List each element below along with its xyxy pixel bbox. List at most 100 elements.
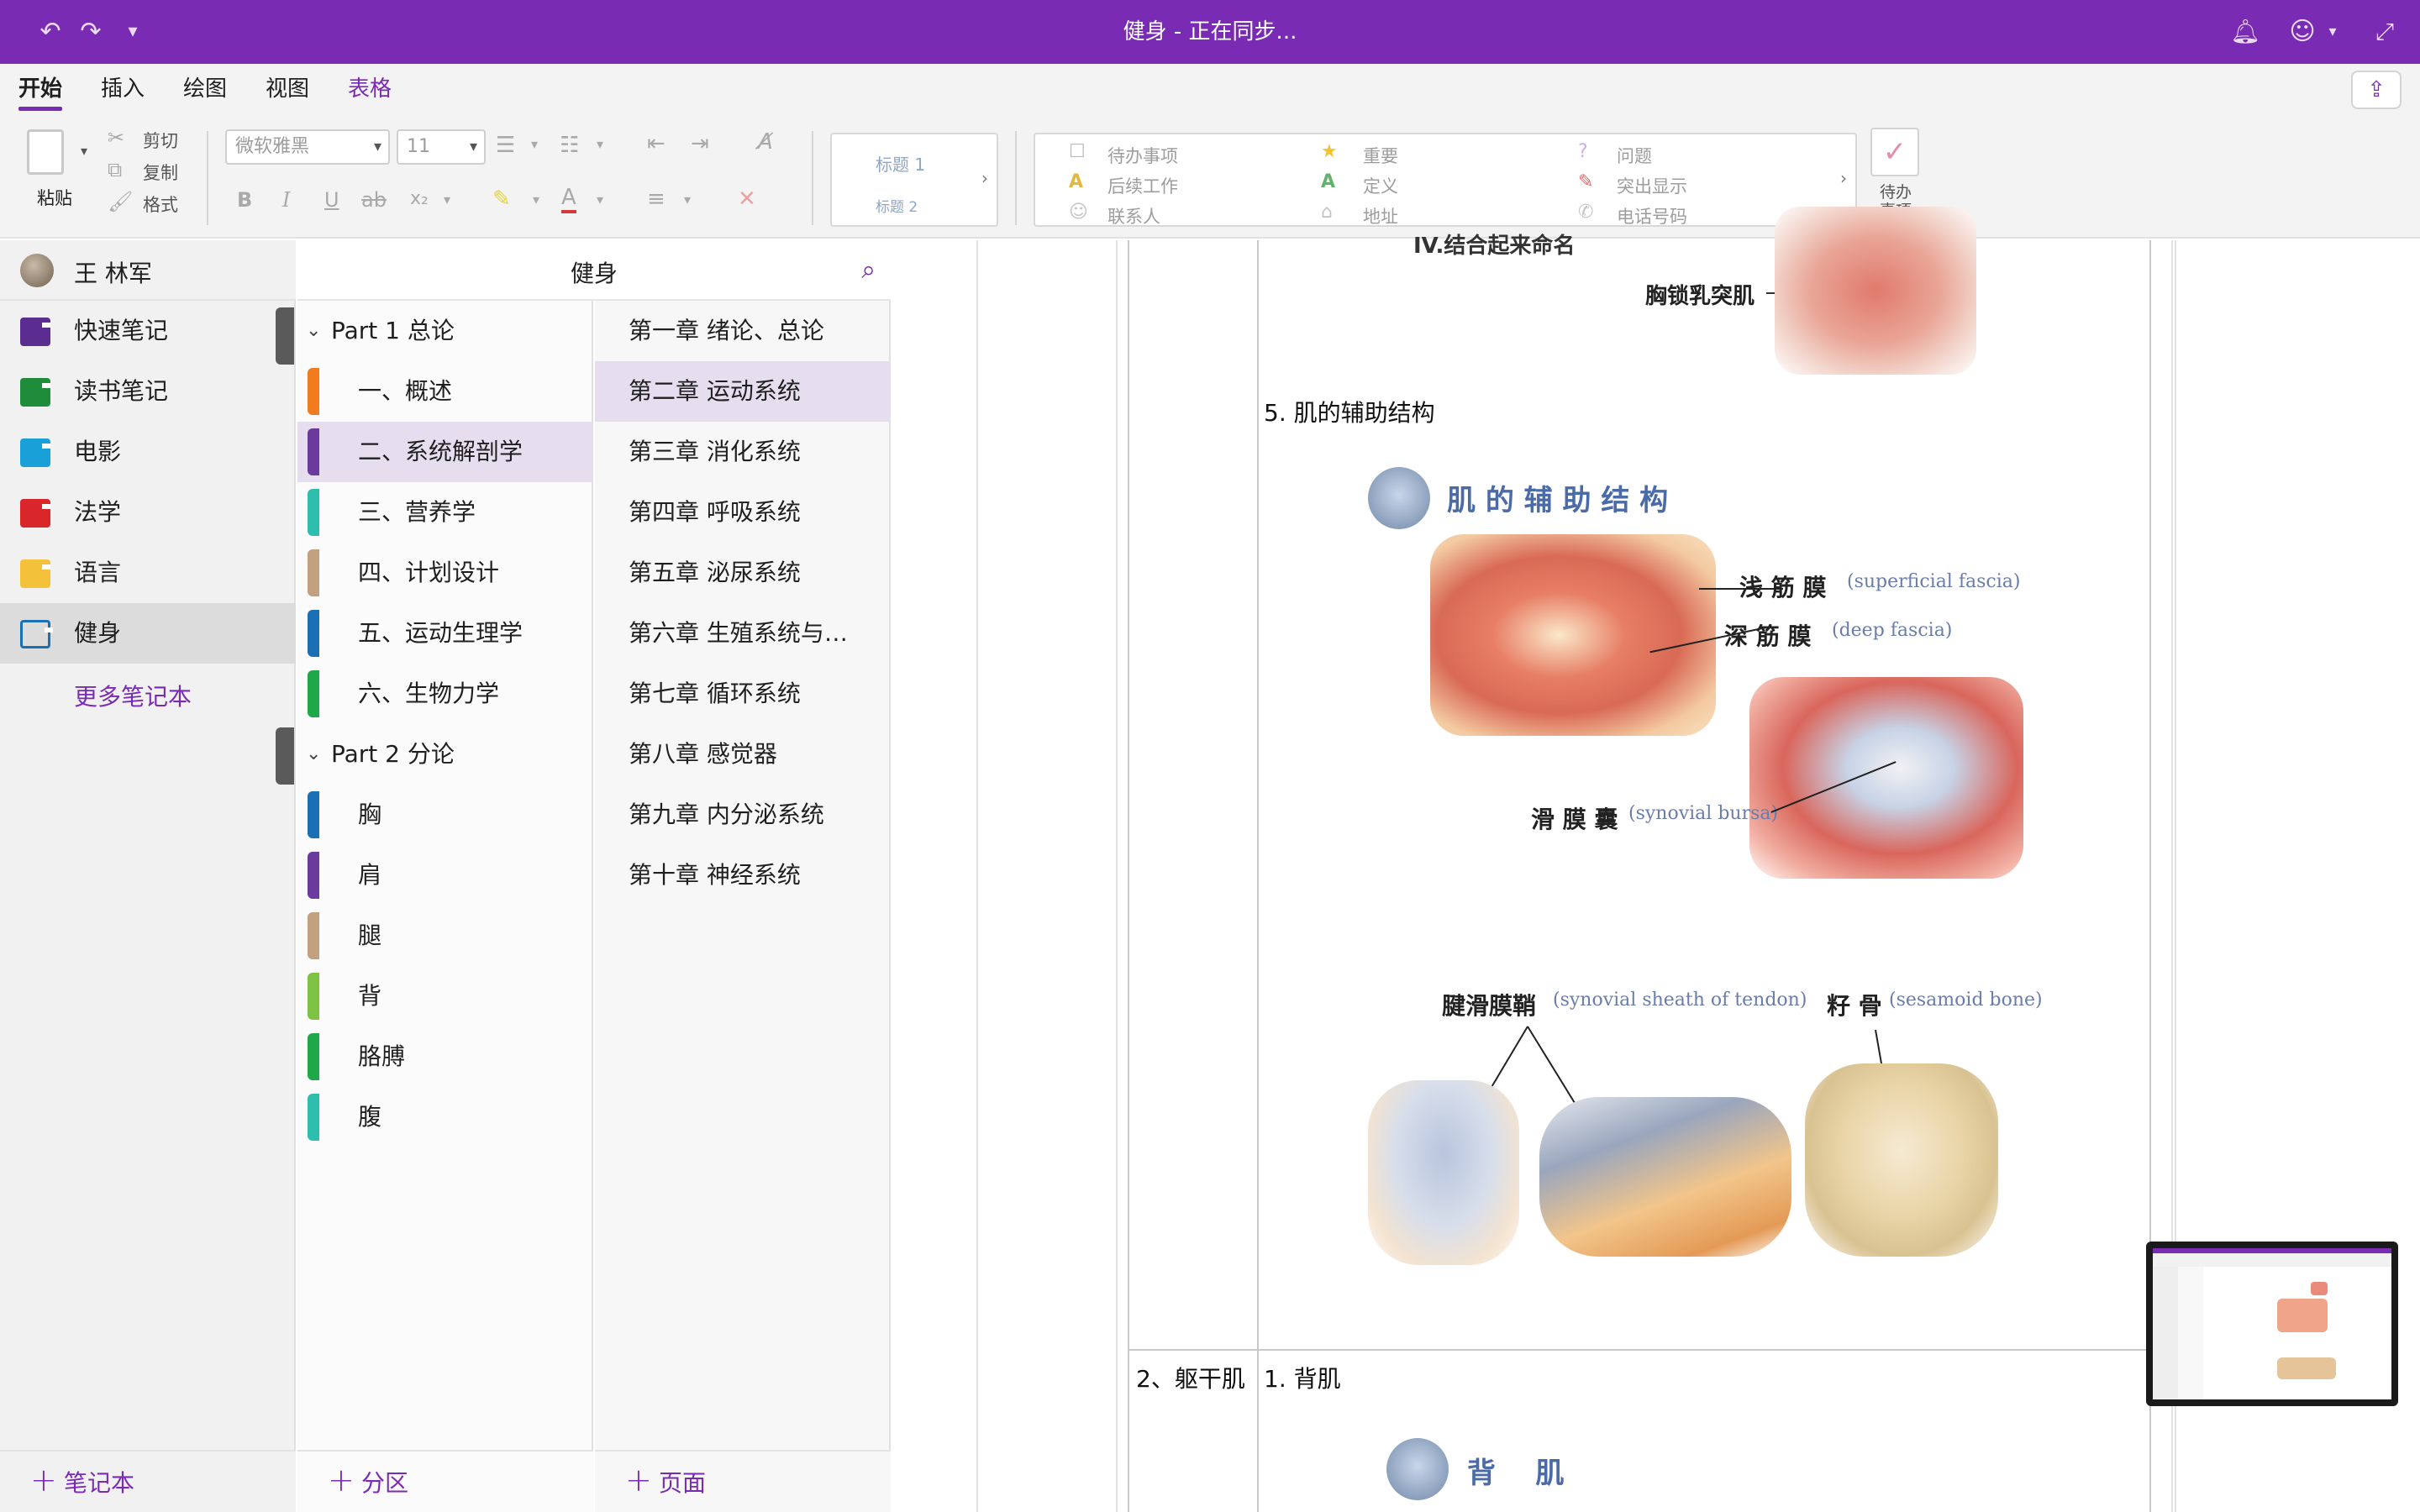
search-icon[interactable]: ⌕: [861, 255, 876, 285]
tag-phone[interactable]: 电话号码: [1617, 203, 1687, 228]
format-painter-button[interactable]: 格式: [143, 192, 178, 217]
tab-insert[interactable]: 插入: [101, 74, 145, 104]
chevron-down-icon[interactable]: ▾: [444, 192, 450, 207]
italic-icon[interactable]: I: [282, 188, 290, 212]
format-painter-icon[interactable]: 🖌︎: [108, 190, 133, 213]
section-item[interactable]: 胳膊: [297, 1026, 593, 1087]
add-section-button[interactable]: + 分区: [297, 1450, 593, 1512]
notebook-item[interactable]: 电影: [0, 422, 296, 482]
cut-button[interactable]: 剪切: [143, 128, 178, 153]
feedback-smiley-icon[interactable]: ☺: [2286, 15, 2319, 49]
section-item[interactable]: 四、计划设计: [297, 543, 593, 603]
page-label: 第七章 循环系统: [629, 680, 801, 707]
tag-address[interactable]: 地址: [1363, 203, 1398, 228]
chevron-down-icon[interactable]: ▾: [597, 192, 603, 207]
item-1-text: 1. 背肌: [1264, 1365, 1341, 1393]
todo-tag-button[interactable]: ✓: [1870, 128, 1919, 176]
align-icon[interactable]: ≡: [647, 186, 666, 212]
scissors-icon[interactable]: ✂: [108, 126, 124, 150]
style-heading-1[interactable]: 标题 1: [876, 151, 925, 176]
feedback-chevron-icon[interactable]: ▾: [2316, 15, 2349, 49]
numbered-list-icon[interactable]: ☷: [560, 133, 579, 158]
account-row[interactable]: 王 林军: [0, 240, 296, 301]
tag-followup[interactable]: 后续工作: [1107, 173, 1178, 198]
styles-gallery[interactable]: 标题 1 标题 2 ›: [830, 133, 998, 227]
page-canvas[interactable]: IV.结合起来命名 胸锁乳突肌 5. 肌的辅助结构 肌 的 辅 助 结 构 浅 …: [892, 207, 2420, 1512]
chevron-down-icon[interactable]: ▾: [531, 136, 538, 152]
font-size-select[interactable]: 11 ▾: [397, 129, 486, 165]
chevron-right-icon[interactable]: ›: [981, 168, 988, 188]
scrollbar-thumb[interactable]: [276, 727, 294, 785]
paste-options-chevron-icon[interactable]: ▾: [81, 143, 87, 159]
section-item[interactable]: 六、生物力学: [297, 664, 593, 724]
chevron-down-icon[interactable]: ▾: [597, 136, 603, 152]
tab-home[interactable]: 开始: [18, 74, 63, 111]
section-item[interactable]: 腿: [297, 906, 593, 966]
paste-button[interactable]: [25, 126, 67, 176]
section-group-part1[interactable]: ⌄ Part 1 总论: [297, 301, 593, 361]
page-item[interactable]: 第九章 内分泌系统: [595, 785, 891, 845]
notebook-item[interactable]: 读书笔记: [0, 361, 296, 422]
page-label: 第六章 生殖系统与…: [629, 619, 848, 647]
font-color-icon[interactable]: A: [561, 185, 576, 213]
contact-icon: ☺: [1069, 202, 1088, 223]
window-thumbnail-preview[interactable]: [2146, 1242, 2398, 1406]
section-item-selected[interactable]: 二、系统解剖学: [297, 422, 593, 482]
tab-view[interactable]: 视图: [266, 74, 309, 104]
notebook-item-selected[interactable]: 健身: [0, 603, 296, 664]
chevron-down-icon[interactable]: ▾: [533, 192, 539, 207]
tag-definition[interactable]: 定义: [1363, 173, 1398, 198]
add-page-button[interactable]: + 页面: [595, 1450, 891, 1512]
page-item[interactable]: 第八章 感觉器: [595, 724, 891, 785]
scrollbar-thumb[interactable]: [276, 307, 294, 365]
notebook-item[interactable]: 语言: [0, 543, 296, 603]
page-item[interactable]: 第十章 神经系统: [595, 845, 891, 906]
copy-button[interactable]: 复制: [143, 160, 178, 185]
section-item[interactable]: 肩: [297, 845, 593, 906]
tab-table[interactable]: 表格: [348, 74, 392, 104]
chevron-down-icon[interactable]: ▾: [684, 192, 691, 207]
page-item[interactable]: 第一章 绪论、总论: [595, 301, 891, 361]
copy-icon[interactable]: ⧉: [108, 158, 122, 181]
page-item[interactable]: 第四章 呼吸系统: [595, 482, 891, 543]
add-notebook-button[interactable]: + 笔记本: [0, 1450, 296, 1512]
tag-highlight[interactable]: 突出显示: [1617, 173, 1687, 198]
bold-icon[interactable]: B: [237, 188, 252, 212]
bullet-list-icon[interactable]: ☰: [496, 133, 515, 158]
tag-contact[interactable]: 联系人: [1107, 203, 1160, 228]
section-item[interactable]: 五、运动生理学: [297, 603, 593, 664]
style-heading-2[interactable]: 标题 2: [876, 195, 918, 216]
tag-important[interactable]: 重要: [1363, 143, 1398, 168]
fullscreen-icon[interactable]: ⤢: [2368, 15, 2402, 49]
page-item[interactable]: 第七章 循环系统: [595, 664, 891, 724]
clear-formatting-icon[interactable]: A̸: [758, 129, 773, 155]
font-name-select[interactable]: 微软雅黑 ▾: [225, 129, 390, 165]
decrease-indent-icon[interactable]: ⇤: [647, 131, 666, 156]
delete-icon[interactable]: ✕: [738, 186, 756, 212]
page-item-selected[interactable]: 第二章 运动系统: [595, 361, 891, 422]
section-group-part2[interactable]: ⌄ Part 2 分论: [297, 724, 593, 785]
more-notebooks-link[interactable]: 更多笔记本: [74, 679, 192, 712]
underline-icon[interactable]: U: [324, 188, 339, 212]
section-item[interactable]: 腹: [297, 1087, 593, 1147]
highlight-pen-icon[interactable]: ✎: [492, 186, 511, 212]
tag-question[interactable]: 问题: [1617, 143, 1652, 168]
page-item[interactable]: 第五章 泌尿系统: [595, 543, 891, 603]
section-item[interactable]: 三、营养学: [297, 482, 593, 543]
chevron-right-icon[interactable]: ›: [1840, 168, 1847, 188]
notification-bell-icon[interactable]: 🔔︎: [2228, 15, 2262, 49]
page-item[interactable]: 第六章 生殖系统与…: [595, 603, 891, 664]
section-item[interactable]: 胸: [297, 785, 593, 845]
tag-todo[interactable]: 待办事项: [1107, 143, 1178, 168]
tags-gallery[interactable]: ☐ 待办事项 A 后续工作 ☺ 联系人 ★ 重要 A 定义 ⌂ 地址 ? 问题 …: [1034, 133, 1857, 227]
notebook-item[interactable]: 法学: [0, 482, 296, 543]
notebook-item[interactable]: 快速笔记: [0, 301, 296, 361]
increase-indent-icon[interactable]: ⇥: [691, 131, 709, 156]
strikethrough-icon[interactable]: ab: [361, 188, 387, 212]
share-button[interactable]: ⇪: [2351, 71, 2402, 109]
tab-draw[interactable]: 绘图: [183, 74, 227, 104]
subscript-icon[interactable]: x₂: [410, 188, 429, 209]
section-item[interactable]: 背: [297, 966, 593, 1026]
section-item[interactable]: 一、概述: [297, 361, 593, 422]
page-item[interactable]: 第三章 消化系统: [595, 422, 891, 482]
